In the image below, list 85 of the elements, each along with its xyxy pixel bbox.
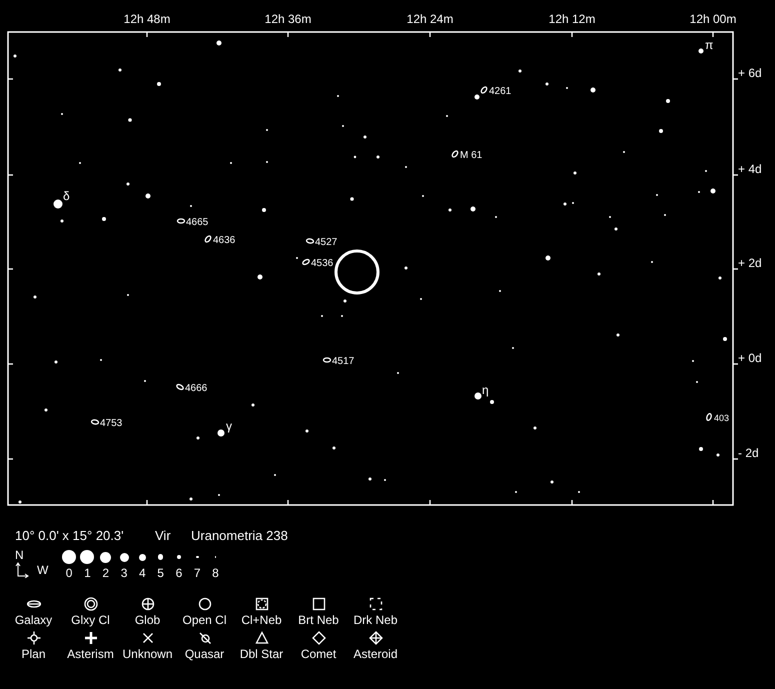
magnitude-label: 1 (84, 566, 91, 580)
circle-icon (198, 597, 212, 611)
ra-axis-label: 12h 36m (264, 12, 312, 26)
ra-axis-label: 12h 00m (690, 12, 736, 26)
symbol-label: Drk Neb (353, 612, 398, 628)
object-label: 4536 (311, 258, 334, 269)
galaxy-symbol-icon (204, 235, 212, 243)
symbol-label: Comet (300, 646, 336, 662)
crossed-circle-icon (140, 597, 154, 611)
dec-axis-label: + 0d (738, 351, 762, 365)
plus-icon (84, 631, 98, 645)
ra-axis-label: 12h 48m (124, 12, 170, 26)
magnitude-dot-icon (100, 552, 112, 562)
ra-axis-label: 12h 24m (406, 12, 454, 26)
dashed-square-icon (368, 597, 382, 611)
magnitude-dot-icon (62, 550, 76, 564)
galaxy-symbol-icon (480, 86, 488, 94)
galaxy-symbol-icon (322, 357, 332, 363)
magnitude-dot-icon (158, 554, 164, 560)
magnitude-dot-icon (138, 554, 146, 560)
double-circle-icon (84, 597, 98, 611)
magnitude-label: 3 (120, 566, 128, 580)
star-label: π (705, 38, 714, 52)
object-label: 4527 (315, 237, 338, 248)
dec-axis-label: + 4d (738, 162, 762, 176)
symbol-label: Asteroid (353, 646, 398, 662)
symbol-label: Unknown (122, 646, 173, 662)
galaxy-symbol-icon (176, 384, 184, 390)
symbol-label: Cl+Neb (241, 612, 282, 628)
star-label: δ (63, 189, 70, 203)
star-label: γ (226, 419, 232, 433)
symbol-label: Open Cl (182, 612, 227, 628)
symbol-label: Dbl Star (240, 646, 284, 662)
magnitude-dot-icon (120, 552, 129, 562)
magnitude-dot-icon (176, 554, 182, 560)
north-label: N (15, 549, 25, 562)
west-label: W (37, 562, 49, 578)
dec-axis-label: + 2d (738, 256, 762, 270)
triangle-icon (254, 631, 268, 645)
magnitude-label: 2 (102, 566, 110, 580)
object-label: 4517 (332, 356, 354, 367)
symbol-label: Asterism (67, 646, 114, 662)
magnitude-dot-icon (196, 556, 199, 558)
object-label: 4261 (489, 86, 512, 97)
square-icon (312, 597, 326, 611)
compass-arrows-icon (15, 562, 29, 578)
constellation-text: Vir (155, 528, 172, 544)
object-label: 4666 (185, 383, 208, 394)
magnitude-label: 5 (157, 566, 164, 580)
symbol-label: Glxy Cl (71, 612, 110, 628)
magnitude-label: 7 (194, 566, 201, 580)
dec-axis-label: - 2d (738, 446, 759, 460)
dotted-square-icon (254, 597, 268, 611)
cross-icon (140, 631, 154, 645)
star-label: η (482, 383, 489, 397)
magnitude-label: 6 (176, 566, 182, 580)
field-size-text: 10° 0.0' x 15° 20.3' (15, 528, 125, 544)
quasar-icon (198, 631, 212, 645)
galaxy-symbol-icon (176, 218, 186, 224)
symbol-label: Brt Neb (298, 612, 339, 628)
magnitude-dot-icon (80, 550, 94, 564)
object-label: 4636 (213, 235, 236, 246)
magnitude-label: 4 (138, 566, 146, 580)
galaxy-symbol-icon (306, 238, 314, 244)
galaxy-symbol-icon (706, 413, 712, 421)
diamond-cross-icon (368, 631, 382, 645)
magnitude-label: 0 (66, 566, 72, 580)
field-of-view-circle (334, 250, 380, 294)
object-label: 4753 (100, 418, 122, 429)
galaxy-symbol-icon (452, 150, 458, 158)
magnitude-label: 8 (212, 566, 219, 580)
galaxy-symbol-icon (90, 419, 100, 425)
galaxy-symbol-icon (302, 258, 310, 266)
atlas-page-text: Uranometria 238 (191, 528, 289, 544)
planet-icon (26, 631, 40, 645)
ra-axis-label: 12h 12m (548, 12, 596, 26)
object-label: 4665 (186, 217, 208, 228)
object-label: 403 (714, 413, 730, 423)
symbol-label: Galaxy (14, 612, 52, 628)
dec-axis-label: + 6d (738, 66, 762, 80)
object-label: M 61 (460, 150, 482, 161)
diamond-icon (312, 631, 326, 645)
symbol-label: Quasar (184, 646, 224, 662)
symbol-label: Glob (134, 612, 160, 628)
symbol-label: Plan (21, 646, 46, 662)
